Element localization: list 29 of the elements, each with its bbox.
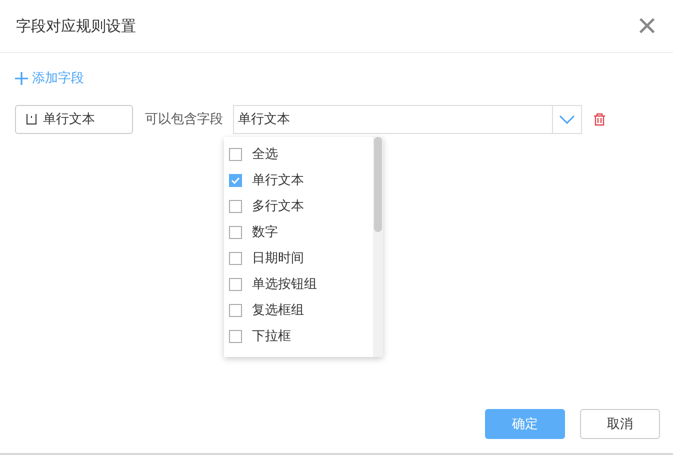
trash-icon[interactable] [594,112,605,126]
dropdown-option[interactable]: 复选框组 [224,297,383,323]
dropdown-option[interactable]: 下拉框 [224,323,383,349]
checkbox[interactable] [229,304,242,316]
contains-label: 可以包含字段 [145,111,223,128]
checkbox[interactable] [229,278,242,290]
dropdown-option[interactable]: 单行文本 [224,167,383,193]
close-button[interactable]: × [637,9,657,43]
check-icon [231,176,240,184]
plus-icon [15,72,28,84]
dropdown-option[interactable]: 日期时间 [224,245,383,271]
dropdown-option[interactable]: 多行文本 [224,193,383,219]
dropdown-option[interactable]: 全选 [224,141,383,167]
select-value: 单行文本 [237,111,291,129]
chevron-down-icon [559,114,575,124]
checkbox[interactable] [229,148,242,160]
checkbox[interactable] [229,200,242,212]
checkbox[interactable] [229,174,242,186]
scrollbar-thumb[interactable] [374,137,382,232]
dropdown-option[interactable]: 单选按钮组 [224,271,383,297]
checkbox[interactable] [229,226,242,238]
text-field-icon [26,114,37,124]
checkbox[interactable] [229,252,242,264]
checkbox[interactable] [229,330,242,342]
field-type-text: 单行文本 [43,111,95,128]
dialog-title: 字段对应规则设置 [16,16,136,36]
dropdown-option[interactable]: 数字 [224,219,383,245]
field-select[interactable]: 单行文本 [233,104,582,134]
cancel-button[interactable]: 取消 [580,409,660,439]
